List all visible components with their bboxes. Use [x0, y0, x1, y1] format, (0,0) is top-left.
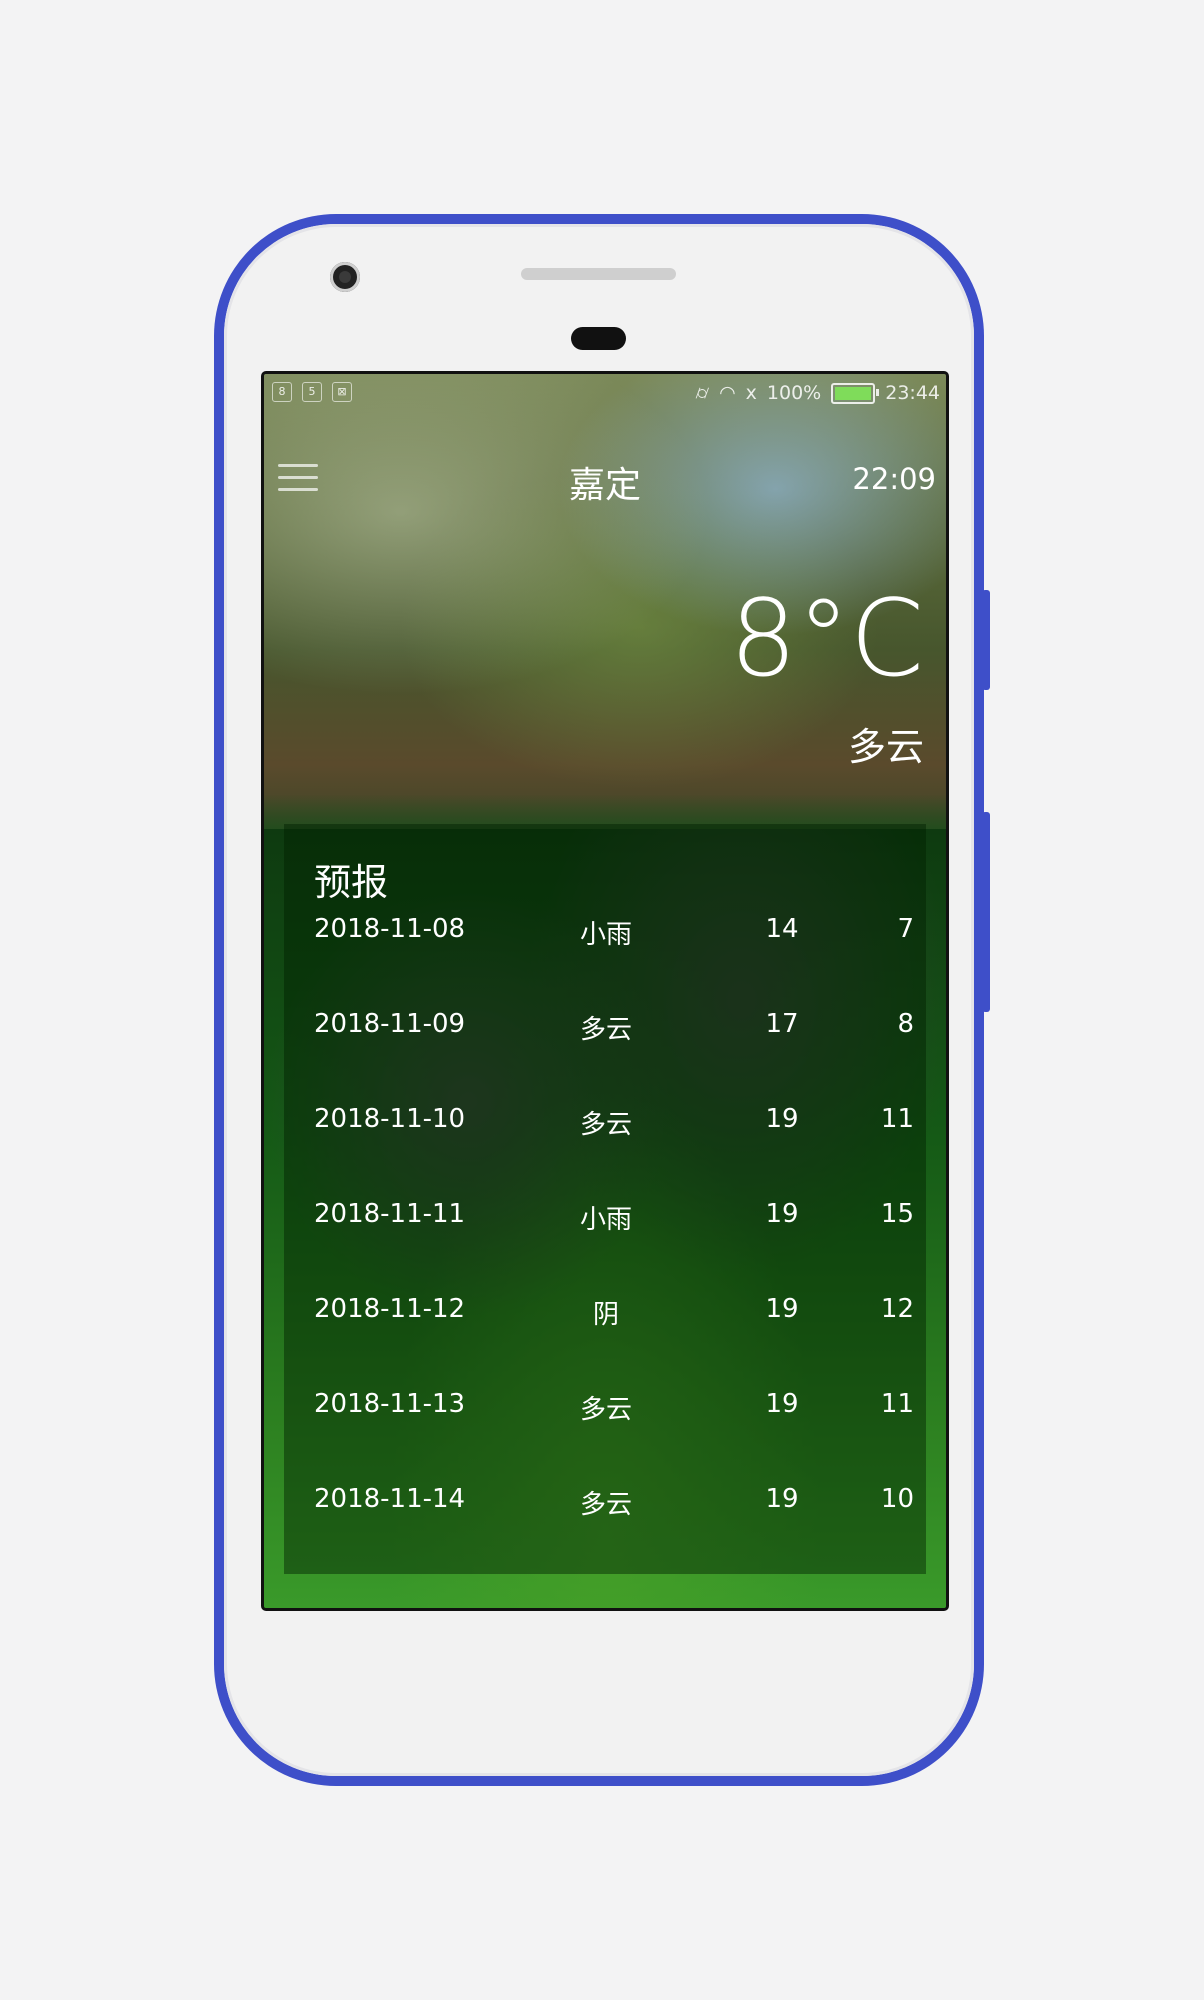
wifi-icon: ◠	[719, 382, 736, 404]
battery-percent: 100%	[766, 382, 822, 404]
city-title[interactable]: 嘉定	[264, 456, 946, 508]
power-button	[982, 590, 990, 690]
forecast-date: 2018-11-14	[314, 1484, 466, 1514]
signal-icon: ⅹ	[745, 382, 757, 404]
forecast-max-temp: 19	[765, 1389, 799, 1419]
notification-icons: 8 5 ⊠	[272, 382, 352, 402]
forecast-row: 2018-11-08 小雨 14 7	[284, 914, 926, 1009]
battery-level	[835, 386, 872, 400]
clock: 23:44	[885, 382, 940, 404]
forecast-max-temp: 14	[765, 914, 799, 944]
forecast-min-temp: 8	[897, 1009, 914, 1039]
proximity-sensor	[571, 327, 626, 350]
notification-icon: 8	[272, 382, 292, 402]
forecast-min-temp: 15	[880, 1199, 914, 1229]
vibrate-icon: ⌭	[695, 382, 710, 404]
forecast-min-temp: 11	[880, 1389, 914, 1419]
forecast-date: 2018-11-08	[314, 914, 466, 944]
forecast-date: 2018-11-09	[314, 1009, 466, 1039]
forecast-min-temp: 12	[880, 1294, 914, 1324]
front-camera	[330, 262, 360, 292]
forecast-max-temp: 19	[765, 1199, 799, 1229]
forecast-row: 2018-11-11 小雨 19 15	[284, 1199, 926, 1294]
forecast-min-temp: 7	[897, 914, 914, 944]
status-icons: ⌭ ◠ ⅹ 100% 23:44	[695, 382, 940, 404]
forecast-min-temp: 11	[880, 1104, 914, 1134]
forecast-condition: 多云	[579, 1490, 632, 1520]
forecast-max-temp: 19	[765, 1294, 799, 1324]
forecast-max-temp: 19	[765, 1104, 799, 1134]
forecast-date: 2018-11-13	[314, 1389, 466, 1419]
forecast-row: 2018-11-14 多云 19 10	[284, 1484, 926, 1579]
forecast-condition: 小雨	[579, 1205, 632, 1235]
forecast-title: 预报	[314, 861, 388, 904]
forecast-condition: 多云	[579, 1015, 632, 1045]
forecast-condition: 多云	[579, 1110, 632, 1140]
notification-icon: ⊠	[332, 382, 352, 402]
notification-icon: 5	[302, 382, 322, 402]
app-screen: 8 5 ⊠ ⌭ ◠ ⅹ 100% 23:44 嘉定 22:09 8°C 多云 预…	[261, 371, 949, 1611]
forecast-list: 2018-11-08 小雨 14 7 2018-11-09 多云 17 8 20…	[284, 914, 926, 1579]
forecast-panel: 预报 2018-11-08 小雨 14 7 2018-11-09 多云 17 8…	[284, 824, 926, 1574]
update-time: 22:09	[852, 462, 936, 496]
forecast-condition: 小雨	[579, 920, 632, 950]
forecast-date: 2018-11-12	[314, 1294, 466, 1324]
forecast-condition: 多云	[579, 1395, 632, 1425]
current-temperature: 8°C	[729, 577, 924, 700]
forecast-row: 2018-11-13 多云 19 11	[284, 1389, 926, 1484]
forecast-max-temp: 17	[765, 1009, 799, 1039]
battery-icon	[831, 382, 880, 404]
status-bar: 8 5 ⊠ ⌭ ◠ ⅹ 100% 23:44	[264, 374, 946, 410]
forecast-row: 2018-11-09 多云 17 8	[284, 1009, 926, 1104]
earpiece-speaker	[521, 268, 676, 280]
forecast-row: 2018-11-10 多云 19 11	[284, 1104, 926, 1199]
forecast-condition: 阴	[592, 1300, 619, 1330]
forecast-row: 2018-11-12 阴 19 12	[284, 1294, 926, 1389]
forecast-min-temp: 10	[880, 1484, 914, 1514]
forecast-date: 2018-11-10	[314, 1104, 466, 1134]
forecast-date: 2018-11-11	[314, 1199, 466, 1229]
forecast-max-temp: 19	[765, 1484, 799, 1514]
current-condition: 多云	[847, 725, 924, 769]
volume-button	[982, 812, 990, 1012]
